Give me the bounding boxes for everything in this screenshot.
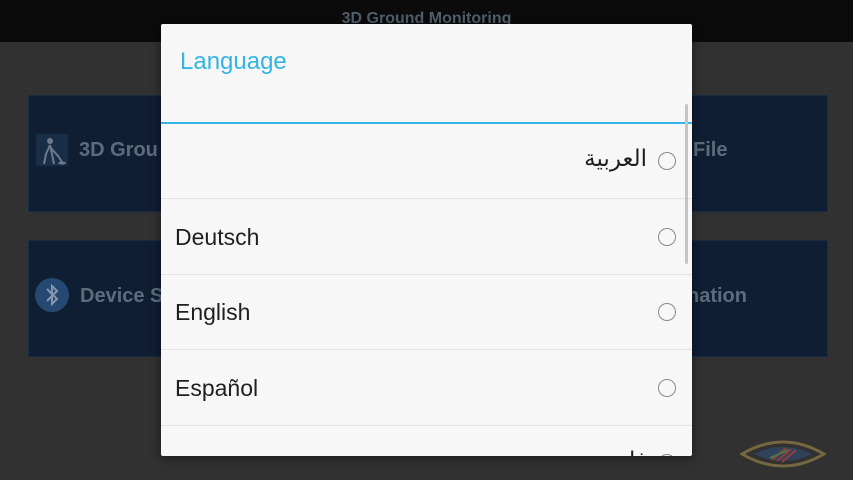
language-option-english[interactable]: English: [161, 275, 692, 350]
radio-button[interactable]: [658, 454, 676, 456]
language-list[interactable]: العربية Deutsch English Español فارسی: [161, 124, 692, 456]
dialog-title: Language: [180, 48, 287, 75]
radio-button[interactable]: [658, 303, 676, 321]
language-option-label: فارسی: [579, 448, 647, 456]
radio-button[interactable]: [658, 228, 676, 246]
language-dialog: Language العربية Deutsch English Español…: [161, 24, 692, 456]
language-option-label: العربية: [584, 146, 647, 172]
language-option-spanish[interactable]: Español: [161, 351, 692, 426]
language-option-german[interactable]: Deutsch: [161, 200, 692, 275]
language-option-persian[interactable]: فارسی: [161, 426, 692, 456]
language-option-arabic[interactable]: العربية: [161, 124, 692, 199]
language-option-label: Español: [175, 375, 259, 401]
language-option-label: Deutsch: [175, 224, 260, 250]
radio-button[interactable]: [658, 152, 676, 170]
radio-button[interactable]: [658, 379, 676, 397]
list-scrollbar[interactable]: [685, 104, 688, 264]
language-option-label: English: [175, 299, 251, 325]
